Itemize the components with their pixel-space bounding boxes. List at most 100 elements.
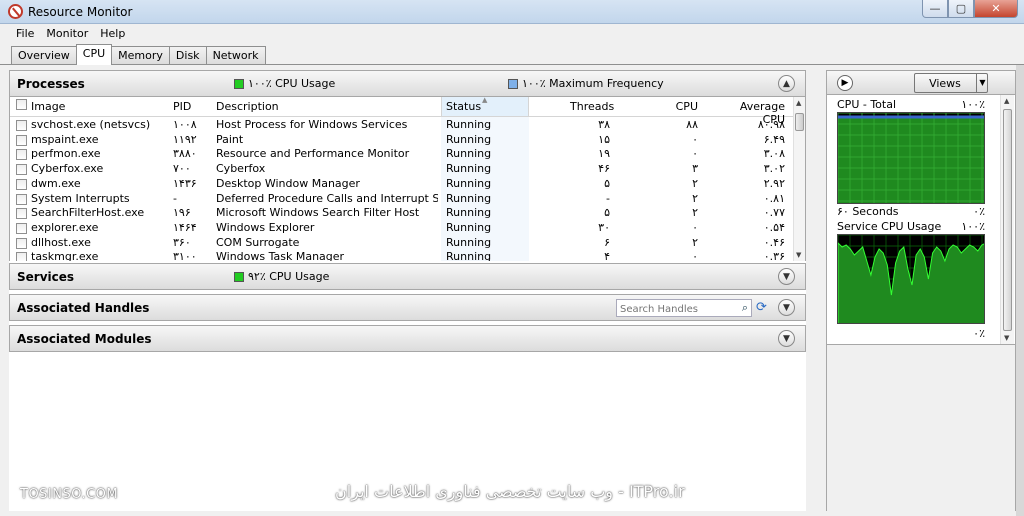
row-cpu: ۰ xyxy=(692,220,698,234)
row-pid: ۱۴۶۴ xyxy=(173,220,197,234)
resource-monitor-icon xyxy=(8,4,23,19)
processes-scrollbar[interactable]: ▲ ▼ xyxy=(793,97,805,261)
table-row[interactable]: dllhost.exe ۳۶۰ COM Surrogate Running ۶ ۲ ۰.۴۶ xyxy=(10,236,795,251)
services-header[interactable]: Services ۹۲٪ CPU Usage ▼ xyxy=(9,263,806,290)
row-image: taskmgr.exe xyxy=(31,250,99,261)
menu-file[interactable]: File xyxy=(10,24,40,43)
chevron-down-icon: ▼ xyxy=(783,302,790,313)
row-description: Deferred Procedure Calls and Interrupt S… xyxy=(216,191,438,205)
processes-header[interactable]: Processes ۱۰۰٪ CPU Usage ۱۰۰٪ Maximum Fr… xyxy=(9,70,806,97)
row-threads: ۶ xyxy=(604,235,610,249)
cpu-total-title: CPU - Total xyxy=(837,98,897,111)
scroll-thumb[interactable] xyxy=(795,113,804,131)
col-status[interactable]: ▲ Status xyxy=(441,97,529,116)
table-row[interactable]: explorer.exe ۱۴۶۴ Windows Explorer Running ۳… xyxy=(10,221,795,236)
tab-memory[interactable]: Memory xyxy=(111,46,170,64)
chevron-down-icon: ▼ xyxy=(783,333,790,344)
row-status: Running xyxy=(446,118,492,131)
processes-table: Image PID Description ▲ Status Threads C… xyxy=(9,97,806,261)
row-checkbox[interactable] xyxy=(16,164,27,176)
row-description: Microsoft Windows Search Filter Host xyxy=(216,206,420,220)
row-cpu: ۰ xyxy=(692,250,698,261)
collapse-processes-button[interactable]: ▲ xyxy=(778,75,795,92)
maximize-button[interactable]: ▢ xyxy=(948,0,974,18)
search-handles-input[interactable] xyxy=(620,304,730,315)
views-dropdown-arrow-icon[interactable]: ▼ xyxy=(976,73,988,93)
processes-cpu-usage: ۱۰۰٪ CPU Usage xyxy=(234,77,335,90)
row-average-cpu: ۲.۹۲ xyxy=(763,176,785,190)
graphs-scroll-thumb[interactable] xyxy=(1003,109,1012,331)
tab-cpu[interactable]: CPU xyxy=(75,44,113,65)
row-description: Paint xyxy=(216,132,244,146)
cpu-total-graph: CPU - Total ۱۰۰٪ ۶۰ Seconds ۰٪ xyxy=(837,98,985,220)
menu-bar: File Monitor Help xyxy=(0,24,1024,43)
scroll-up-arrow-icon[interactable]: ▲ xyxy=(796,99,801,107)
table-row[interactable]: System Interrupts - Deferred Procedure Cal… xyxy=(10,192,795,207)
main-area: Processes ۱۰۰٪ CPU Usage ۱۰۰٪ Maximum Fr… xyxy=(0,65,1024,516)
minimize-button[interactable]: — xyxy=(922,0,948,18)
table-row[interactable]: perfmon.exe ۳۸۸۰ Resource and Performance … xyxy=(10,147,795,162)
col-status-label: Status xyxy=(446,100,482,113)
expand-handles-button[interactable]: ▼ xyxy=(778,299,795,316)
handles-header[interactable]: Associated Handles ⌕ ⟳ ▼ xyxy=(9,294,806,321)
select-all-checkbox[interactable] xyxy=(16,99,27,110)
row-checkbox[interactable] xyxy=(16,208,27,220)
graphs-scrollbar[interactable]: ▲ ▼ xyxy=(1000,95,1014,344)
row-checkbox[interactable] xyxy=(16,252,27,261)
col-pid[interactable]: PID xyxy=(173,100,191,113)
row-pid: - xyxy=(173,191,177,205)
service-cpu-area xyxy=(838,242,984,323)
expand-panel-button[interactable]: ▶ xyxy=(837,75,853,91)
row-checkbox[interactable] xyxy=(16,222,27,234)
scroll-down-arrow-icon[interactable]: ▼ xyxy=(796,251,801,259)
graphs-toolbar: ▶ Views ▼ xyxy=(827,71,1015,95)
modules-header[interactable]: Associated Modules ▼ xyxy=(9,325,806,352)
row-pid: ۳۸۸۰ xyxy=(173,147,197,161)
col-image[interactable]: Image xyxy=(31,100,65,113)
row-pid: ۱۱۹۲ xyxy=(173,132,197,146)
window-controls: — ▢ ✕ xyxy=(922,0,1018,19)
refresh-icon[interactable]: ⟳ xyxy=(756,300,772,316)
table-row[interactable]: svchost.exe (netsvcs) ۱۰۰۸ Host Process fo… xyxy=(10,118,795,133)
tab-bar: Overview CPU Memory Disk Network xyxy=(0,43,1024,65)
search-handles-box[interactable]: ⌕ xyxy=(616,299,752,317)
col-threads[interactable]: Threads xyxy=(570,100,614,113)
row-checkbox[interactable] xyxy=(16,120,27,131)
graphs-scroll-up-icon[interactable]: ▲ xyxy=(1004,97,1009,105)
row-checkbox[interactable] xyxy=(16,134,27,146)
row-threads: ۱۹ xyxy=(598,147,610,161)
table-row[interactable]: SearchFilterHost.exe ۱۹۶ Microsoft Windows… xyxy=(10,206,795,221)
graphs-scroll-down-icon[interactable]: ▼ xyxy=(1004,334,1009,342)
row-checkbox[interactable] xyxy=(16,178,27,190)
cpu-total-chart xyxy=(837,112,985,204)
row-pid: ۱۰۰۸ xyxy=(173,118,197,131)
row-average-cpu: ۰.۷۷ xyxy=(763,206,785,220)
row-checkbox[interactable] xyxy=(16,193,27,205)
expand-modules-button[interactable]: ▼ xyxy=(778,330,795,347)
modules-title: Associated Modules xyxy=(17,332,152,346)
menu-help[interactable]: Help xyxy=(94,24,131,43)
cpu-total-duration: ۶۰ Seconds xyxy=(837,205,899,218)
col-cpu[interactable]: CPU xyxy=(660,100,698,113)
window-title: Resource Monitor xyxy=(28,5,133,19)
max-frequency-swatch xyxy=(508,78,518,89)
expand-services-button[interactable]: ▼ xyxy=(778,268,795,285)
left-panel: Processes ۱۰۰٪ CPU Usage ۱۰۰٪ Maximum Fr… xyxy=(9,70,806,511)
table-row[interactable]: dwm.exe ۱۴۳۶ Desktop Window Manager Running… xyxy=(10,177,795,192)
row-checkbox[interactable] xyxy=(16,237,27,249)
col-description[interactable]: Description xyxy=(216,100,279,113)
sort-ascending-icon: ▲ xyxy=(482,97,488,104)
table-row[interactable]: Cyberfox.exe ۷۰۰ Cyberfox Running ۴۶ ۳ ۳.۰۲ xyxy=(10,162,795,177)
tab-overview[interactable]: Overview xyxy=(11,46,77,64)
tab-network[interactable]: Network xyxy=(205,46,266,64)
menu-monitor[interactable]: Monitor xyxy=(40,24,94,43)
table-row[interactable]: mspaint.exe ۱۱۹۲ Paint Running ۱۵ ۰ ۶.۴۹ xyxy=(10,133,795,148)
table-row[interactable]: taskmgr.exe ۳۱۰۰ Windows Task Manager Runni… xyxy=(10,250,795,261)
search-icon[interactable]: ⌕ xyxy=(742,301,748,315)
row-status: Running xyxy=(446,132,492,146)
close-button[interactable]: ✕ xyxy=(974,0,1018,18)
row-checkbox[interactable] xyxy=(16,149,27,161)
tab-disk[interactable]: Disk xyxy=(168,46,207,64)
row-status: Running xyxy=(446,220,492,234)
cpu-total-svg xyxy=(838,113,984,203)
